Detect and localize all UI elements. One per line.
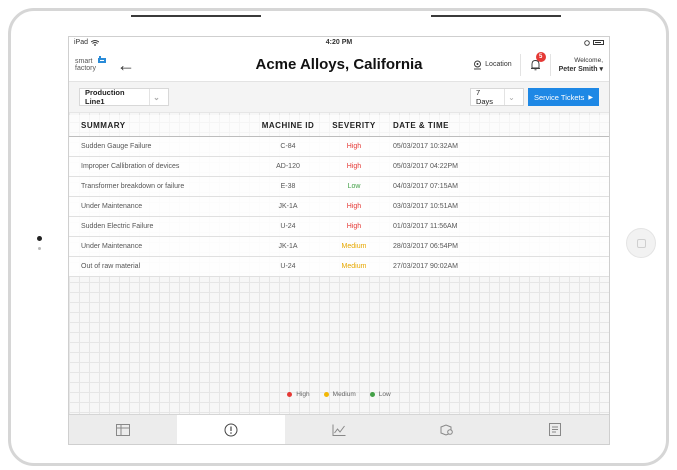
datetime-cell: 28/03/2017 06:54PM: [393, 243, 458, 250]
severity-cell: High: [346, 163, 362, 170]
legend-item-medium: Medium: [323, 391, 356, 398]
severity-cell: Medium: [341, 243, 367, 250]
summary-cell: Transformer breakdown or failure: [81, 183, 185, 190]
datetime-cell: 27/03/2017 90:02AM: [393, 263, 458, 270]
summary-cell: Improper Callibration of devices: [81, 163, 180, 170]
report-icon: [549, 423, 561, 436]
machine-id-cell: U-24: [280, 223, 296, 230]
severity-cell: Medium: [341, 263, 367, 270]
frame-accent: [431, 15, 561, 17]
period-select[interactable]: 7 Days ⌄: [469, 88, 524, 106]
summary-cell: Out of raw material: [81, 263, 141, 270]
legend-dot: [287, 392, 293, 397]
datetime-cell: 05/03/2017 10:32AM: [393, 143, 458, 150]
location-button[interactable]: Location: [473, 53, 521, 76]
severity-cell: High: [346, 223, 362, 230]
table-header: SUMMARY MACHINE ID SEVERITY DATE & TIME: [69, 115, 609, 137]
chevron-down-icon: ⌄: [149, 89, 163, 105]
table-body: Sudden Gauge Failure C-84 High 05/03/2017 1…: [69, 137, 609, 277]
column-header-severity[interactable]: SEVERITY: [323, 121, 385, 130]
settings-box-icon: [440, 423, 453, 436]
legend-item-high: High: [287, 391, 310, 398]
datetime-cell: 04/03/2017 07:15AM: [393, 183, 458, 190]
camera: [37, 236, 42, 241]
tab-machines[interactable]: [393, 415, 501, 444]
datetime-cell: 03/03/2017 10:51AM: [393, 203, 458, 210]
severity-cell: High: [346, 143, 362, 150]
table-row[interactable]: Improper Callibration of devices AD-120 Hi…: [69, 157, 609, 177]
home-button[interactable]: [626, 228, 656, 258]
table-row[interactable]: Sudden Electric Failure U-24 High 01/03/201…: [69, 217, 609, 237]
user-menu[interactable]: Welcome, Peter Smith ▾: [551, 56, 603, 74]
battery-icon: [593, 40, 604, 45]
legend-dot: [323, 392, 329, 397]
table-row[interactable]: Transformer breakdown or failure E-38 Low 0…: [69, 177, 609, 197]
alert-icon: [224, 423, 238, 436]
user-name: Peter Smith: [558, 65, 598, 73]
column-header-summary[interactable]: SUMMARY: [81, 121, 253, 130]
welcome-label: Welcome,: [574, 56, 603, 64]
back-arrow-icon[interactable]: ←: [117, 56, 135, 74]
app-screen: iPad 4:20 PM smart factory ← Acme Alloys…: [68, 36, 610, 445]
table-row[interactable]: Under Maintenance JK-1A High 03/03/2017 10:…: [69, 197, 609, 217]
filter-bar: Production Line1 ⌄ 7 Days ⌄ Service Tick…: [69, 82, 609, 112]
alerts-table: SUMMARY MACHINE ID SEVERITY DATE & TIME …: [69, 115, 609, 277]
tab-alerts[interactable]: [177, 415, 285, 444]
severity-cell: High: [346, 203, 362, 210]
service-tickets-button[interactable]: Service Tickets ▶: [527, 88, 599, 106]
severity-cell: Low: [347, 183, 361, 190]
tab-table[interactable]: [69, 415, 177, 444]
table-row[interactable]: Under Maintenance JK-1A Medium 28/03/2017 0…: [69, 237, 609, 257]
summary-cell: Under Maintenance: [81, 203, 143, 210]
status-time: 4:20 PM: [325, 39, 353, 46]
machine-id-cell: AD-120: [276, 163, 300, 170]
datetime-cell: 05/03/2017 04:22PM: [393, 163, 458, 170]
status-bar: iPad 4:20 PM: [69, 37, 609, 48]
legend-dot: [369, 392, 375, 397]
frame-accent: [131, 15, 261, 17]
production-line-select[interactable]: Production Line1 ⌄: [79, 88, 169, 106]
datetime-cell: 01/03/2017 11:56AM: [393, 223, 458, 230]
location-pin-icon: [474, 60, 482, 69]
table-row[interactable]: Out of raw material U-24 Medium 27/03/2017 …: [69, 257, 609, 277]
bottom-tab-bar: [69, 414, 609, 444]
chevron-down-icon: ▾: [599, 65, 603, 73]
smart-factory-logo: smart factory: [75, 55, 111, 72]
legend-item-low: Low: [369, 391, 391, 398]
machine-id-cell: U-24: [280, 263, 296, 270]
factory-logo-icon: [97, 55, 107, 65]
app-header: smart factory ← Acme Alloys, California …: [69, 48, 609, 82]
tab-reports[interactable]: [501, 415, 609, 444]
chevron-down-icon: ⌄: [503, 89, 518, 105]
column-header-machine-id[interactable]: MACHINE ID: [253, 121, 323, 130]
summary-cell: Sudden Gauge Failure: [81, 143, 152, 150]
location-label: Location: [485, 61, 512, 68]
table-row[interactable]: Sudden Gauge Failure C-84 High 05/03/2017 1…: [69, 137, 609, 157]
notifications-button[interactable]: 5: [521, 51, 551, 76]
table-icon: [116, 423, 130, 436]
column-header-date-time[interactable]: DATE & TIME: [385, 121, 485, 130]
machine-id-cell: E-38: [280, 183, 296, 190]
machine-id-cell: JK-1A: [278, 243, 298, 250]
caret-right-icon: ▶: [588, 94, 593, 101]
machine-id-cell: JK-1A: [278, 203, 298, 210]
tab-analytics[interactable]: [285, 415, 393, 444]
chart-icon: [332, 424, 346, 436]
notification-badge: 5: [535, 51, 546, 62]
sensor: [38, 247, 41, 250]
severity-legend: High Medium Low: [69, 391, 609, 398]
machine-id-cell: C-84: [280, 143, 296, 150]
summary-cell: Under Maintenance: [81, 243, 143, 250]
summary-cell: Sudden Electric Failure: [81, 223, 154, 230]
